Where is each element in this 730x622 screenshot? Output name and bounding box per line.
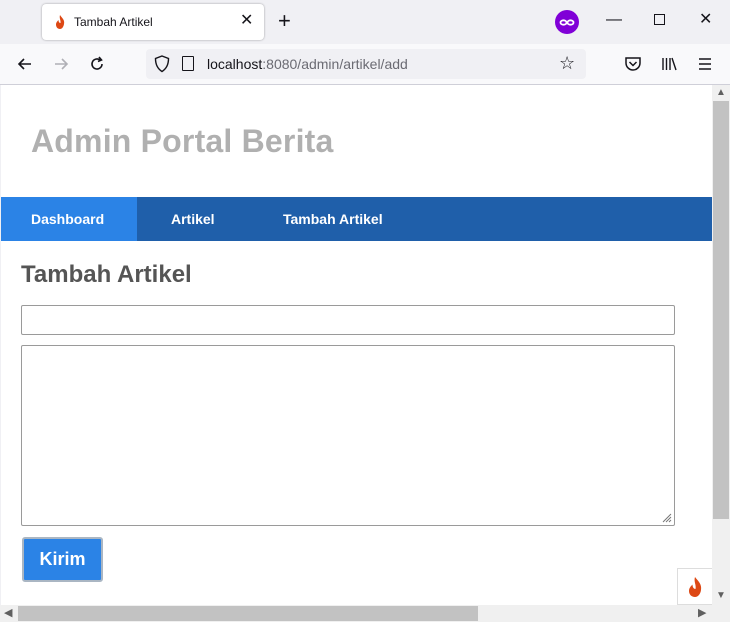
codeigniter-flame-icon	[56, 15, 65, 29]
tab-title: Tambah Artikel	[74, 15, 153, 29]
nav-artikel[interactable]: Artikel	[171, 197, 215, 241]
scroll-left-icon[interactable]: ◀	[4, 606, 12, 619]
forward-icon[interactable]	[51, 54, 71, 74]
debug-toolbar-toggle[interactable]	[677, 568, 712, 605]
minimize-icon[interactable]: —	[606, 10, 622, 30]
new-tab-icon[interactable]: +	[278, 10, 291, 32]
site-title: Admin Portal Berita	[31, 123, 334, 159]
resize-handle-icon[interactable]	[660, 511, 672, 523]
private-browsing-icon	[555, 10, 579, 34]
submit-button[interactable]: Kirim	[22, 537, 103, 582]
vertical-scrollbar[interactable]: ▲ ▼	[712, 85, 730, 605]
main-nav: Dashboard Artikel Tambah Artikel	[1, 197, 712, 241]
vertical-scroll-thumb[interactable]	[713, 101, 729, 519]
shield-icon[interactable]	[154, 55, 170, 73]
scroll-up-icon[interactable]: ▲	[716, 87, 726, 98]
url-text[interactable]: localhost:8080/admin/artikel/add	[207, 56, 408, 72]
horizontal-scrollbar[interactable]: ◀ ▶	[0, 605, 712, 622]
pocket-icon[interactable]	[623, 54, 643, 74]
tab-close-icon[interactable]: ✕	[240, 12, 253, 30]
page-info-icon[interactable]	[182, 56, 194, 71]
horizontal-scroll-thumb[interactable]	[18, 606, 478, 621]
address-bar[interactable]: localhost:8080/admin/artikel/add ☆	[146, 49, 586, 79]
library-icon[interactable]	[659, 54, 679, 74]
browser-tab-bar: Tambah Artikel ✕ + — ✕	[0, 0, 730, 44]
maximize-icon[interactable]	[654, 14, 665, 25]
nav-tambah-artikel[interactable]: Tambah Artikel	[283, 197, 383, 241]
page-heading: Tambah Artikel	[21, 261, 192, 288]
browser-nav-bar: localhost:8080/admin/artikel/add ☆	[0, 44, 730, 85]
browser-tab[interactable]: Tambah Artikel ✕	[42, 4, 264, 40]
page-viewport: Admin Portal Berita Dashboard Artikel Ta…	[1, 85, 712, 605]
title-input[interactable]	[21, 305, 675, 335]
reload-icon[interactable]	[87, 54, 107, 74]
menu-icon[interactable]	[695, 54, 715, 74]
back-icon[interactable]	[15, 54, 35, 74]
bookmark-star-icon[interactable]: ☆	[559, 53, 575, 74]
window-close-icon[interactable]: ✕	[699, 10, 712, 30]
scroll-right-icon[interactable]: ▶	[698, 606, 706, 619]
nav-dashboard[interactable]: Dashboard	[1, 197, 137, 241]
codeigniter-flame-icon	[689, 577, 702, 597]
content-textarea[interactable]	[21, 345, 675, 526]
scroll-down-icon[interactable]: ▼	[716, 590, 726, 601]
scrollbar-corner	[712, 605, 730, 622]
